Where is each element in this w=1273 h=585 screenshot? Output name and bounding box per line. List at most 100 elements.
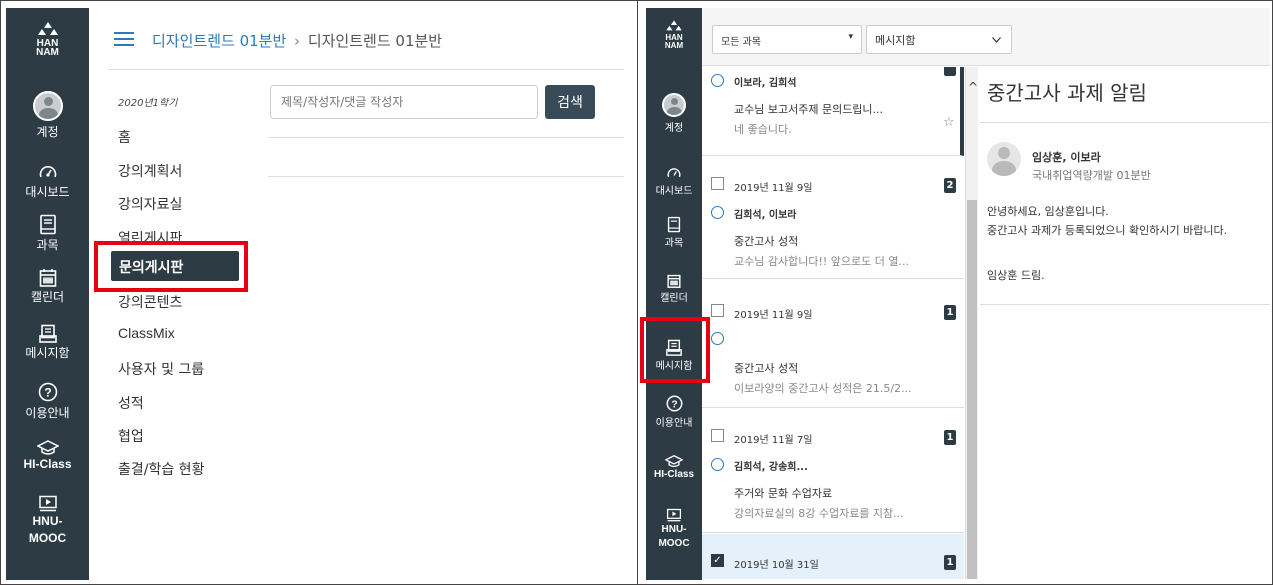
- course-nav-contents[interactable]: 강의콘텐츠: [118, 292, 182, 312]
- inbox-icon: [38, 324, 57, 343]
- nav-hnu-mooc[interactable]: HNU-MOOC: [646, 508, 702, 551]
- conversation-checkbox[interactable]: ✓: [711, 554, 724, 567]
- conversation-date: 2019년 11월 7일: [734, 435, 813, 446]
- nav-dashboard[interactable]: 대시보드: [646, 166, 702, 197]
- conversation-preview: 이보라양의 중간고사 성적은 21.5/2...: [734, 382, 912, 395]
- conversation-checkbox[interactable]: [711, 429, 724, 442]
- conversation-count-badge: [944, 67, 956, 76]
- conversation-count-badge: 1: [944, 305, 956, 320]
- hannam-logo[interactable]: HAN NAM: [6, 22, 89, 58]
- board-search-input[interactable]: [270, 85, 538, 119]
- nav-label-courses: 과목: [36, 238, 59, 252]
- highlight-box-inbox: [640, 317, 710, 383]
- nav-help[interactable]: ? 이용안내: [646, 395, 702, 429]
- nav-calendar[interactable]: 캘린더: [6, 268, 89, 305]
- conversation-item[interactable]: 2019년 11월 9일 1 중간고사 성적 이보라양의 중간고사 성적은 21…: [702, 280, 964, 408]
- nav-label-hi-class: HI-Class: [653, 469, 694, 480]
- nav-label-hnu-mooc: HNU-MOOC: [28, 514, 67, 545]
- nav-hi-class[interactable]: HI-Class: [6, 439, 89, 471]
- hannam-logo[interactable]: HAN NAM: [646, 20, 702, 50]
- message-body-line: 임상훈 드림.: [987, 269, 1045, 282]
- chevron-down-icon: ▾: [848, 32, 853, 42]
- conversation-item[interactable]: ✓ 2019년 10월 31일 1: [702, 534, 964, 579]
- conversation-preview: 강의자료실의 8강 수업자료를 지참...: [734, 507, 904, 520]
- nav-hnu-mooc[interactable]: HNU-MOOC: [6, 495, 89, 547]
- scroll-up-arrow-icon[interactable]: ^: [968, 80, 978, 94]
- conversation-preview: 네 좋습니다.: [734, 123, 792, 136]
- folder-filter-select[interactable]: 메시지함: [866, 25, 1012, 54]
- conversation-item[interactable]: 이보라, 김희석 교수님 보고서주제 문의드립니... 네 좋습니다. ☆: [702, 67, 964, 156]
- dashboard-icon: [39, 166, 56, 178]
- conversation-item[interactable]: 2019년 11월 9일 2 김희석, 이보라 중간고사 성적 교수님 감사합니…: [702, 157, 964, 279]
- conversation-participants: 김희석, 이보라: [734, 210, 797, 221]
- conversation-count-badge: 2: [944, 178, 956, 193]
- content-divider: [268, 176, 624, 177]
- nav-help[interactable]: ? 이용안내: [6, 382, 89, 421]
- conversation-list: 이보라, 김희석 교수님 보고서주제 문의드립니... 네 좋습니다. ☆ 20…: [702, 67, 966, 579]
- conversation-item[interactable]: 2019년 11월 7일 1 김희석, 강송희... 주거와 문화 수업자료 강…: [702, 409, 964, 533]
- course-nav-syllabus[interactable]: 강의계획서: [118, 161, 182, 181]
- course-nav-people[interactable]: 사용자 및 그룹: [118, 359, 204, 379]
- calendar-icon: [39, 269, 56, 287]
- nav-hi-class[interactable]: HI-Class: [646, 454, 702, 480]
- highlight-box-inquiry-board: [94, 241, 248, 292]
- course-nav-grades[interactable]: 성적: [118, 393, 144, 413]
- nav-label-calendar: 캘린더: [660, 293, 688, 304]
- hamburger-menu-icon[interactable]: [114, 31, 134, 47]
- course-nav-home[interactable]: 홈: [118, 127, 131, 147]
- conversation-checkbox[interactable]: [711, 304, 724, 317]
- breadcrumb-course-link[interactable]: 디자인트렌드 01분반: [152, 32, 286, 50]
- hi-class-icon: [665, 455, 683, 468]
- conversation-count-badge: 1: [944, 430, 956, 445]
- search-divider: [268, 137, 624, 138]
- account-avatar-icon: [662, 93, 686, 117]
- nav-calendar[interactable]: 캘린더: [646, 273, 702, 304]
- conversation-date: 2019년 11월 9일: [734, 310, 813, 321]
- nav-courses[interactable]: 과목: [646, 216, 702, 249]
- course-nav-classmix[interactable]: ClassMix: [118, 325, 175, 341]
- message-course: 국내취업역량개발 01분반: [1032, 169, 1151, 182]
- nav-account[interactable]: 계정: [646, 93, 702, 134]
- chevron-down-icon: [992, 37, 1001, 43]
- conversation-participants: 김희석, 강송희...: [734, 462, 808, 473]
- unread-indicator[interactable]: [711, 332, 724, 345]
- calendar-icon: [667, 274, 681, 288]
- conversation-date: 2019년 10월 31일: [734, 560, 819, 571]
- course-filter-value: 모든 과목: [721, 37, 761, 48]
- board-search-button-label: 검색: [557, 95, 583, 111]
- help-icon: ?: [38, 382, 57, 402]
- nav-label-dashboard: 대시보드: [655, 186, 693, 197]
- conversation-count-badge: 1: [944, 555, 956, 570]
- conversation-checkbox[interactable]: [711, 177, 724, 190]
- unread-indicator[interactable]: [711, 74, 724, 87]
- conversation-date: 2019년 11월 9일: [734, 183, 813, 194]
- logo-text-bottom: NAM: [36, 47, 59, 58]
- nav-dashboard[interactable]: 대시보드: [6, 163, 89, 200]
- unread-indicator[interactable]: [711, 458, 724, 471]
- nav-courses[interactable]: 과목: [6, 214, 89, 253]
- header-divider: [108, 69, 624, 70]
- course-nav-materials[interactable]: 강의자료실: [118, 194, 182, 214]
- course-filter-select[interactable]: 모든 과목 ▾: [712, 25, 862, 54]
- term-label: 2020년1학기: [118, 98, 178, 109]
- svg-text:?: ?: [44, 386, 51, 400]
- unread-indicator[interactable]: [711, 206, 724, 219]
- course-nav-collaboration[interactable]: 협업: [118, 426, 144, 446]
- board-search-button[interactable]: 검색: [545, 85, 595, 119]
- panel-divider: [637, 0, 638, 585]
- nav-label-inbox: 메시지함: [25, 346, 70, 360]
- nav-inbox[interactable]: 메시지함: [6, 324, 89, 361]
- breadcrumb: 디자인트렌드 01분반 › 디자인트렌드 01분반: [152, 30, 442, 51]
- nav-account[interactable]: 계정: [6, 91, 89, 140]
- nav-label-account: 계정: [664, 123, 684, 134]
- conversation-subject: 중간고사 성적: [734, 235, 799, 248]
- conversation-participants: 이보라, 김희석: [734, 78, 797, 89]
- message-from: 임상훈, 이보라: [1032, 151, 1101, 164]
- sender-avatar: [987, 142, 1021, 176]
- nav-label-courses: 과목: [664, 238, 684, 249]
- folder-filter-value: 메시지함: [875, 34, 916, 47]
- course-nav-attendance[interactable]: 출결/학습 현황: [118, 459, 204, 479]
- conversation-subject: 중간고사 성적: [734, 362, 799, 375]
- star-icon[interactable]: ☆: [943, 115, 955, 130]
- list-scrollbar-thumb[interactable]: [967, 200, 977, 579]
